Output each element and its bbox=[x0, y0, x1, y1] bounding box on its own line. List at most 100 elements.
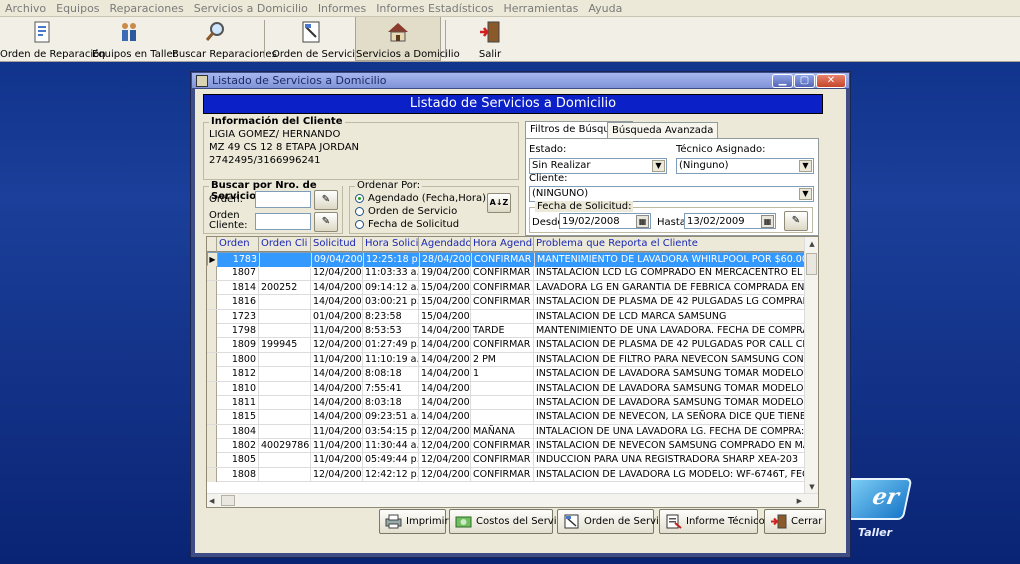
table-row[interactable]: 1805 11/04/200805:49:44 p.m.12/04/2008CON… bbox=[207, 453, 805, 468]
toolbar-salir-button[interactable]: Salir bbox=[470, 17, 510, 61]
cell-problema: INDUCCION PARA UNA REGISTRADORA SHARP XE… bbox=[534, 453, 805, 468]
cell-hora-agendado: 1 bbox=[471, 367, 534, 382]
menu-equipos[interactable]: Equipos bbox=[51, 0, 104, 17]
menu-herramientas[interactable]: Herramientas bbox=[498, 0, 583, 17]
costos-servicio-button[interactable]: Costos del Servicio bbox=[449, 509, 571, 534]
row-selector[interactable] bbox=[207, 309, 217, 324]
toolbar-buscar-reparaciones-button[interactable]: Buscar Reparaciones bbox=[172, 17, 277, 61]
orden-servicio-button[interactable]: Orden de Servicio bbox=[557, 509, 673, 534]
row-selector[interactable] bbox=[207, 352, 217, 367]
row-selector[interactable]: ▶ bbox=[208, 253, 218, 267]
table-row[interactable]: 1807 12/04/200811:03:33 a.m.19/04/2008CON… bbox=[207, 266, 805, 281]
scroll-thumb[interactable] bbox=[806, 253, 817, 275]
table-row[interactable]: 180919994512/04/200801:27:49 p.m.14/04/2… bbox=[207, 338, 805, 353]
sort-direction-button[interactable]: A↓Z bbox=[487, 193, 511, 213]
row-selector[interactable] bbox=[207, 467, 217, 482]
scroll-up-icon[interactable]: ▲ bbox=[806, 238, 818, 250]
scroll-right-icon[interactable]: ▶ bbox=[797, 494, 802, 507]
button-label: Cerrar bbox=[791, 516, 823, 527]
menu-servicios-domicilio[interactable]: Servicios a Domicilio bbox=[189, 0, 313, 17]
order-by-agendado-radio[interactable]: Agendado (Fecha,Hora) bbox=[355, 193, 486, 204]
hasta-value: 13/02/2009 bbox=[687, 216, 745, 227]
tab-busqueda-avanzada[interactable]: Búsqueda Avanzada bbox=[607, 122, 719, 139]
toolbar-servicios-domicilio-button[interactable]: Servicios a Domicilio bbox=[355, 17, 460, 61]
scroll-down-icon[interactable]: ▼ bbox=[806, 481, 818, 493]
column-orden[interactable]: Orden bbox=[217, 237, 259, 252]
client-phone: 2742495/3166996241 bbox=[209, 155, 321, 166]
cell-problema: INSTALACION DE LAVADORA SAMSUNG TOMAR MO… bbox=[536, 381, 805, 396]
column-problema[interactable]: Problema que Reporta el Cliente bbox=[534, 237, 805, 252]
column-solicitud[interactable]: Solicitud bbox=[311, 237, 363, 252]
toolbar-equipos-taller-button[interactable]: Equipos en Taller bbox=[92, 17, 177, 61]
magnifier-icon bbox=[205, 22, 224, 41]
row-selector[interactable] bbox=[207, 439, 217, 454]
row-selector[interactable] bbox=[207, 424, 217, 439]
orden-cliente-input[interactable] bbox=[255, 213, 311, 230]
cell-agendado: 12/04/2008 bbox=[421, 467, 471, 482]
column-orden-cli[interactable]: Orden Cli bbox=[259, 237, 311, 252]
table-row[interactable]: 1810 14/04/2008 7:55:41 14/04/2008 INSTALACI… bbox=[207, 381, 805, 396]
table-row[interactable]: 180812/04/200812:42:12 p.m.12/04/2008CON… bbox=[207, 467, 805, 483]
cell-hora-agendado: CONFIRMAR bbox=[471, 467, 534, 482]
tecnico-select[interactable]: (Ninguno) ▼ bbox=[676, 158, 814, 174]
menu-reparaciones[interactable]: Reparaciones bbox=[105, 0, 189, 17]
row-selector[interactable] bbox=[207, 410, 217, 425]
informe-tecnico-button[interactable]: Informe Técnico bbox=[659, 509, 765, 534]
desde-date-input[interactable]: 19/02/2008 ▦ bbox=[559, 213, 651, 229]
toolbar-label: Salir bbox=[478, 49, 502, 60]
orden-input[interactable] bbox=[255, 191, 311, 208]
scroll-thumb[interactable] bbox=[221, 495, 235, 506]
toolbar-orden-reparacion-button[interactable]: Orden de Reparación bbox=[0, 17, 106, 61]
table-row[interactable]: 1811 14/04/2008 8:03:18 14/04/2008 INSTALACI… bbox=[207, 395, 805, 411]
row-selector[interactable] bbox=[207, 323, 217, 338]
search-orden-button[interactable]: ✎ bbox=[314, 190, 338, 210]
search-orden-cliente-button[interactable]: ✎ bbox=[314, 212, 338, 232]
row-selector[interactable] bbox=[207, 266, 217, 281]
menu-archivo[interactable]: Archivo bbox=[0, 0, 51, 17]
calendar-icon[interactable]: ▦ bbox=[636, 215, 649, 228]
row-selector[interactable] bbox=[207, 338, 217, 353]
apply-date-filter-button[interactable]: ✎ bbox=[784, 211, 808, 231]
table-row[interactable]: 1802400297863011/04/200811:30:44 a.m.12/… bbox=[207, 439, 805, 454]
row-selector[interactable] bbox=[207, 453, 217, 468]
cerrar-button[interactable]: Cerrar bbox=[764, 509, 826, 534]
table-row[interactable]: 1798 11/04/2008 8:53:53 14/04/2008 TARDE MANT… bbox=[207, 323, 805, 339]
scroll-left-icon[interactable]: ◀ bbox=[209, 494, 214, 507]
row-selector[interactable] bbox=[207, 367, 217, 382]
table-row[interactable]: ▶1783 09/04/200812:25:18 p.m.28/04/2008CO… bbox=[207, 252, 806, 267]
close-button[interactable]: ✕ bbox=[816, 74, 846, 88]
table-row[interactable]: 1816 14/04/200803:00:21 p.m.15/04/2008CON… bbox=[207, 295, 805, 310]
column-hora-solicitud[interactable]: Hora Solicitud bbox=[363, 237, 419, 252]
row-selector[interactable] bbox=[207, 395, 217, 410]
column-hora-agendado[interactable]: Hora Agendado bbox=[471, 237, 534, 252]
chevron-down-icon: ▼ bbox=[799, 160, 812, 172]
table-row[interactable]: 1723 01/04/2008 8:23:58 15/04/2008 INSTALACI… bbox=[207, 309, 805, 324]
toolbar-orden-servicio-button[interactable]: Orden de Servicio bbox=[272, 17, 361, 61]
column-agendado[interactable]: Agendado bbox=[419, 237, 471, 252]
filters-panel: Estado: Sin Realizar ▼ Técnico Asignado: … bbox=[525, 138, 819, 236]
estado-select[interactable]: Sin Realizar ▼ bbox=[529, 158, 667, 174]
cliente-select[interactable]: (NINGUNO) ▼ bbox=[529, 186, 814, 202]
row-selector[interactable] bbox=[207, 280, 217, 295]
horizontal-scrollbar[interactable]: ◀ ▶ bbox=[207, 493, 818, 507]
vertical-scrollbar[interactable]: ▲ ▼ bbox=[804, 237, 818, 494]
minimize-button[interactable]: ▁ bbox=[772, 74, 793, 88]
table-row[interactable]: 1804 11/04/200803:54:15 p.m.12/04/2008MAÑ… bbox=[207, 424, 805, 440]
maximize-button[interactable]: ▢ bbox=[794, 74, 815, 88]
cell-orden-cli bbox=[259, 367, 311, 382]
row-selector[interactable] bbox=[207, 295, 217, 310]
menu-informes[interactable]: Informes bbox=[313, 0, 371, 17]
hasta-date-input[interactable]: 13/02/2009 ▦ bbox=[684, 213, 776, 229]
menu-informes-estadisticos[interactable]: Informes Estadísticos bbox=[371, 0, 498, 17]
calendar-icon[interactable]: ▦ bbox=[761, 215, 774, 228]
row-selector[interactable] bbox=[207, 381, 217, 396]
table-row[interactable]: 1800 11/04/200811:10:19 a.m.14/04/20082 P… bbox=[207, 352, 805, 368]
table-row[interactable]: 1812 14/04/2008 8:08:18 14/04/2008 1 INSTALAC… bbox=[207, 367, 805, 382]
cell-orden: 1802 bbox=[217, 439, 259, 454]
table-row[interactable]: 181420025214/04/200809:14:12 a.m.15/04/2… bbox=[207, 280, 805, 296]
menu-ayuda[interactable]: Ayuda bbox=[583, 0, 627, 17]
order-by-fecha-radio[interactable]: Fecha de Solicitud bbox=[355, 219, 459, 230]
table-row[interactable]: 1815 14/04/200809:23:51 a.m.14/04/2008 INS… bbox=[207, 410, 805, 425]
order-by-orden-radio[interactable]: Orden de Servicio bbox=[355, 206, 457, 217]
imprimir-button[interactable]: Imprimir bbox=[379, 509, 449, 534]
